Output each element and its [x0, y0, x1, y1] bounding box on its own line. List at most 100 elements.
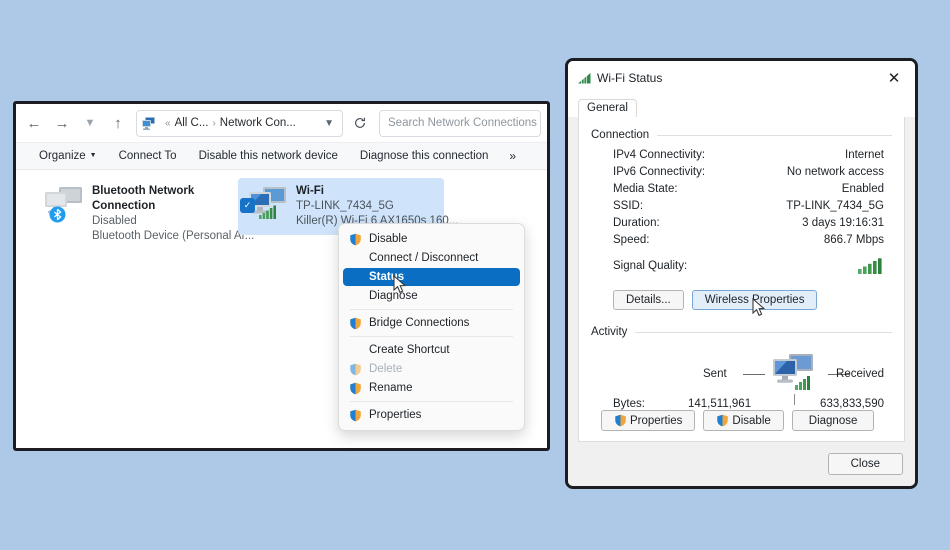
- activity-group-label: Activity: [591, 326, 628, 338]
- group-divider: [657, 134, 892, 136]
- field-label: Duration:: [613, 217, 660, 229]
- menu-item-status[interactable]: Status: [343, 268, 520, 286]
- menu-item-label: Status: [369, 271, 405, 283]
- field-value: TP-LINK_7434_5G: [786, 200, 884, 212]
- details-button[interactable]: Details...: [613, 290, 684, 310]
- disable-button-label: Disable: [732, 414, 771, 427]
- connection-device: Bluetooth Device (Personal Ar...: [92, 230, 255, 242]
- selected-checkbox[interactable]: ✓: [240, 198, 255, 213]
- received-label: Received: [836, 368, 884, 380]
- dialog-body: Connection IPv4 Connectivity: Internet I…: [578, 117, 905, 442]
- field-label: Signal Quality:: [613, 260, 688, 272]
- close-button[interactable]: Close: [827, 453, 903, 475]
- dialog-title: Wi-Fi Status: [597, 71, 663, 85]
- search-input[interactable]: Search Network Connections: [379, 109, 541, 137]
- field-value: No network access: [786, 166, 884, 178]
- shield-icon: [349, 363, 369, 376]
- organize-label: Organize: [39, 150, 86, 162]
- diagnose-connection-button[interactable]: Diagnose this connection: [349, 150, 500, 162]
- bytes-sent-value: 141,511,961: [688, 398, 752, 410]
- breadcrumb-crumb-1[interactable]: All C...: [175, 117, 209, 129]
- network-connections-icon: [142, 117, 155, 130]
- properties-button[interactable]: Properties: [601, 410, 696, 431]
- sent-dash-icon: [743, 374, 765, 375]
- sent-label: Sent: [703, 368, 727, 380]
- field-ipv6-connectivity: IPv6 Connectivity: No network access: [591, 164, 892, 181]
- shield-icon: [349, 317, 369, 330]
- refresh-icon[interactable]: [347, 110, 373, 136]
- connection-group-label: Connection: [591, 129, 650, 141]
- group-divider: [635, 331, 892, 333]
- field-speed: Speed: 866.7 Mbps: [591, 232, 892, 249]
- menu-item-label: Rename: [369, 382, 413, 394]
- up-icon[interactable]: ↑: [104, 109, 132, 137]
- two-monitors-icon: [769, 352, 823, 401]
- connection-icon-group: [42, 184, 88, 228]
- breadcrumb[interactable]: « All C... › Network Con... ▼: [136, 109, 343, 137]
- field-label: Media State:: [613, 183, 678, 195]
- field-value: 866.7 Mbps: [823, 234, 884, 246]
- more-commands-button[interactable]: »: [499, 149, 525, 163]
- shield-icon: [614, 414, 627, 427]
- field-ipv4-connectivity: IPv4 Connectivity: Internet: [591, 147, 892, 164]
- menu-item-label: Diagnose: [369, 290, 418, 302]
- menu-item-label: Properties: [369, 409, 422, 421]
- activity-tick: [794, 394, 795, 405]
- breadcrumb-crumb-2[interactable]: Network Con...: [220, 117, 296, 129]
- recent-locations-chevron-down-icon[interactable]: ▼: [76, 109, 104, 137]
- field-duration: Duration: 3 days 19:16:31: [591, 215, 892, 232]
- connection-name: Wi-Fi: [296, 185, 324, 197]
- shield-icon: [716, 414, 729, 427]
- tab-general[interactable]: General: [578, 99, 637, 117]
- field-ssid: SSID: TP-LINK_7434_5G: [591, 198, 892, 215]
- connection-status: TP-LINK_7434_5G: [296, 200, 394, 212]
- menu-item-bridge-connections[interactable]: Bridge Connections: [343, 314, 520, 332]
- field-label: SSID:: [613, 200, 644, 212]
- bytes-received-value: 633,833,590: [820, 398, 884, 410]
- signal-bars-icon: [858, 258, 884, 280]
- disable-button[interactable]: Disable: [703, 410, 784, 431]
- connect-to-button[interactable]: Connect To: [108, 150, 188, 162]
- field-value: Enabled: [841, 183, 884, 195]
- activity-group-header: Activity: [591, 326, 892, 338]
- dialog-action-buttons: Properties Disable Diagnose: [579, 410, 875, 431]
- disable-device-button[interactable]: Disable this network device: [188, 150, 349, 162]
- menu-item-create-shortcut[interactable]: Create Shortcut: [343, 341, 520, 359]
- connection-action-buttons: Details... Wireless Properties: [591, 290, 892, 310]
- menu-item-rename[interactable]: Rename: [343, 379, 520, 397]
- field-label: IPv4 Connectivity:: [613, 149, 706, 161]
- close-icon[interactable]: ✕: [873, 61, 915, 95]
- connection-fields: IPv4 Connectivity: Internet IPv6 Connect…: [591, 147, 892, 280]
- connection-group-header: Connection: [591, 129, 892, 141]
- address-bar: ← → ▼ ↑ « All C... › Network Con... ▼ Se…: [16, 104, 547, 142]
- command-bar: Organize ▼ Connect To Disable this networ…: [16, 142, 547, 170]
- field-label: IPv6 Connectivity:: [613, 166, 706, 178]
- menu-separator: [350, 309, 513, 310]
- list-item[interactable]: Bluetooth Network Connection Disabled Bl…: [34, 178, 254, 250]
- menu-item-label: Delete: [369, 363, 403, 375]
- wifi-status-dialog: Wi-Fi Status ✕ General Connection IPv4 C…: [565, 58, 918, 489]
- menu-item-connect-disconnect[interactable]: Connect / Disconnect: [343, 249, 520, 267]
- connection-status: Disabled: [92, 215, 137, 227]
- context-menu: Disable Connect / Disconnect Status Diag…: [338, 223, 525, 431]
- field-value: Internet: [845, 149, 884, 161]
- properties-button-label: Properties: [630, 414, 683, 427]
- wireless-properties-button[interactable]: Wireless Properties: [691, 290, 818, 310]
- breadcrumb-overflow[interactable]: «: [165, 118, 171, 129]
- menu-item-disable[interactable]: Disable: [343, 230, 520, 248]
- address-chevron-down-icon[interactable]: ▼: [320, 118, 338, 129]
- organize-chevron-down-icon: ▼: [89, 152, 97, 160]
- forward-icon[interactable]: →: [48, 109, 76, 137]
- shield-icon: [349, 382, 369, 395]
- diagnose-button[interactable]: Diagnose: [791, 410, 875, 431]
- field-media-state: Media State: Enabled: [591, 181, 892, 198]
- menu-item-properties[interactable]: Properties: [343, 406, 520, 424]
- back-icon[interactable]: ←: [20, 109, 48, 137]
- organize-button[interactable]: Organize ▼: [28, 150, 108, 162]
- bluetooth-icon: [49, 206, 66, 223]
- connection-icon-group: ✓: [240, 184, 292, 228]
- menu-item-diagnose[interactable]: Diagnose: [343, 287, 520, 305]
- signal-bars-icon: [578, 72, 591, 84]
- menu-item-label: Bridge Connections: [369, 317, 470, 329]
- search-placeholder: Search Network Connections: [388, 117, 537, 129]
